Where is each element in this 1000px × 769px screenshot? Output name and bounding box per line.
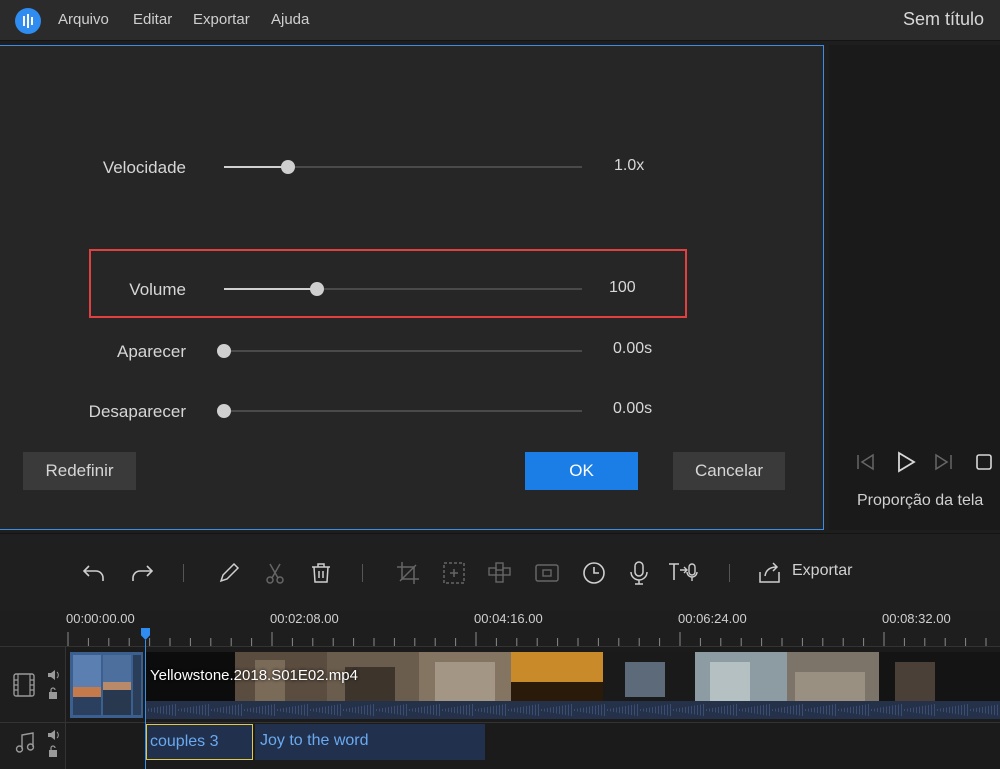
next-frame-icon[interactable] [932, 452, 954, 477]
undo-icon[interactable] [81, 560, 107, 586]
speed-label: Velocidade [102, 158, 186, 177]
export-icon[interactable] [757, 560, 783, 586]
toolbar-divider [362, 564, 363, 582]
volume-slider-fill [224, 288, 318, 290]
redo-icon[interactable] [129, 560, 155, 586]
fade-out-slider-thumb[interactable] [217, 404, 231, 418]
menu-editar[interactable]: Editar [133, 11, 172, 28]
speed-slider-fill [224, 166, 289, 168]
fade-out-label: Desaparecer [88, 402, 186, 421]
music-note-icon [14, 731, 36, 760]
volume-label: Volume [129, 280, 186, 299]
freeze-icon[interactable] [534, 560, 560, 586]
audio-clip-label: Joy to the word [260, 732, 369, 749]
previous-frame-icon[interactable] [855, 452, 877, 477]
timecode-0: 00:00:00.00 [66, 611, 135, 626]
volume-value: 100 [609, 279, 636, 296]
fade-out-value: 0.00s [613, 400, 653, 417]
audio-clip-couples[interactable]: couples 3 [146, 724, 253, 760]
volume-slider-thumb[interactable] [310, 282, 325, 296]
toolbar-divider [729, 564, 730, 582]
fade-in-label: Aparecer [117, 342, 186, 361]
timecode-4: 00:08:32.00 [882, 611, 951, 626]
export-button[interactable]: Exportar [792, 562, 852, 580]
fade-in-slider-thumb[interactable] [217, 344, 231, 358]
audio-clip-joy[interactable]: Joy to the word [255, 724, 485, 760]
audio-lock-icon[interactable] [47, 744, 59, 763]
audio-clip-label: couples 3 [150, 733, 219, 750]
app-logo-icon [15, 8, 41, 34]
toolbar-divider [183, 564, 184, 582]
menu-arquivo[interactable]: Arquivo [58, 11, 109, 28]
microphone-icon[interactable] [626, 560, 652, 586]
video-clip-waveform [145, 701, 1000, 719]
video-lock-icon[interactable] [47, 686, 59, 705]
intro-clip[interactable] [70, 652, 143, 718]
timecode-3: 00:06:24.00 [678, 611, 747, 626]
mosaic-icon[interactable] [487, 560, 513, 586]
crop-icon[interactable] [395, 560, 421, 586]
resize-icon[interactable] [441, 560, 467, 586]
text-to-speech-icon[interactable] [667, 560, 699, 586]
timecode-2: 00:04:16.00 [474, 611, 543, 626]
timeline-ruler[interactable] [0, 632, 1000, 646]
speed-value: 1.0x [614, 157, 645, 174]
ok-button[interactable]: OK [525, 452, 638, 490]
video-speaker-icon[interactable] [46, 668, 60, 686]
document-title: Sem título [902, 9, 984, 29]
fade-out-slider[interactable] [224, 410, 582, 412]
menu-ajuda[interactable]: Ajuda [271, 11, 309, 28]
reset-button[interactable]: Redefinir [23, 452, 136, 490]
video-clip-label: Yellowstone.2018.S01E02.mp4 [150, 667, 358, 684]
playhead-line [145, 640, 146, 769]
play-icon[interactable] [894, 450, 918, 479]
aspect-ratio-label[interactable]: Proporção da tela [857, 492, 983, 510]
scissors-icon[interactable] [262, 560, 288, 586]
fade-in-slider[interactable] [224, 350, 582, 352]
menu-exportar[interactable]: Exportar [193, 11, 250, 28]
volume-slider[interactable] [224, 288, 582, 290]
stop-icon[interactable] [975, 453, 993, 476]
fade-in-value: 0.00s [613, 340, 653, 357]
film-icon [12, 672, 36, 703]
trash-icon[interactable] [308, 560, 334, 586]
clock-icon[interactable] [581, 560, 607, 586]
timecode-1: 00:02:08.00 [270, 611, 339, 626]
speed-slider[interactable] [224, 166, 582, 168]
cancel-button[interactable]: Cancelar [673, 452, 785, 490]
pencil-icon[interactable] [216, 560, 242, 586]
